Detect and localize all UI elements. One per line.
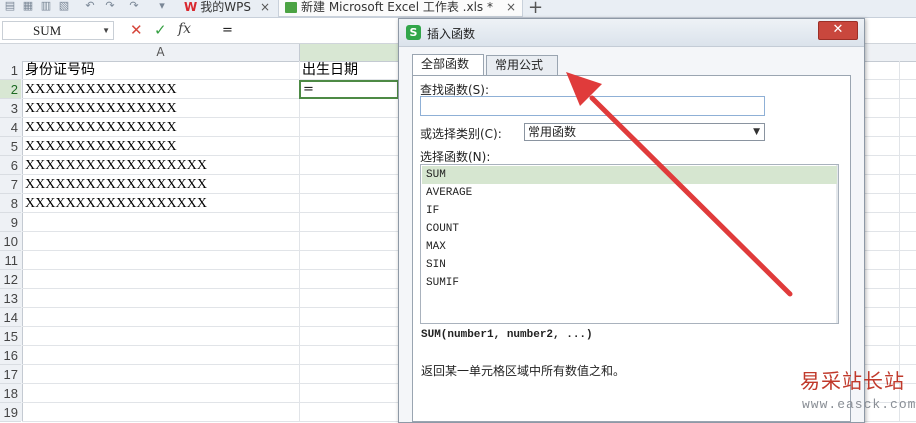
column-header-b[interactable] [300, 44, 400, 61]
row-header-2[interactable]: 2 [0, 80, 21, 99]
watermark-logo-text: 易采站长站 [800, 369, 905, 393]
category-select[interactable]: 常用函数 ▼ [524, 123, 765, 141]
name-box[interactable]: SUM ▼ [2, 21, 114, 40]
tab-workbook[interactable]: 新建 Microsoft Excel 工作表 .xls * × [278, 0, 523, 17]
search-function-input[interactable] [420, 96, 765, 116]
row-header-14[interactable]: 14 [0, 308, 21, 327]
cell-a6[interactable]: XXXXXXXXXXXXXXXXXX [25, 157, 207, 175]
function-description: 返回某一单元格区域中所有数值之和。 [421, 364, 626, 378]
function-list-item[interactable]: SUM [422, 166, 837, 184]
confirm-icon[interactable]: ✓ [154, 21, 167, 39]
tab-common-formulas[interactable]: 常用公式 [486, 55, 558, 75]
cell-a1[interactable]: 身份证号码 [25, 62, 95, 80]
cell-a3[interactable]: XXXXXXXXXXXXXXX [25, 100, 177, 118]
row-header-15[interactable]: 15 [0, 327, 21, 346]
row-header-18[interactable]: 18 [0, 384, 21, 403]
title-tab-bar: ▤ ▦ ▥ ▧ ↶ ↷ ↷ ▾ W 我的WPS × 新建 Microsoft Ex… [0, 0, 916, 18]
cell-b1[interactable]: 出生日期 [302, 62, 358, 80]
row-header-11[interactable]: 11 [0, 251, 21, 270]
row-header-10[interactable]: 10 [0, 232, 21, 251]
column-gridline [299, 61, 300, 421]
insert-function-icon[interactable]: fx [178, 21, 191, 37]
cell-a5[interactable]: XXXXXXXXXXXXXXX [25, 138, 177, 156]
redo-arrow-icon[interactable]: ↷ [128, 0, 140, 12]
save-icon[interactable]: ▤ [4, 0, 16, 12]
function-list-item[interactable]: MAX [422, 238, 837, 256]
tab-my-wps-label: 我的WPS [200, 0, 251, 14]
active-cell-b2[interactable]: = [299, 80, 399, 99]
function-list-item[interactable]: COUNT [422, 220, 837, 238]
print-icon[interactable]: ▥ [40, 0, 52, 12]
close-tab-icon[interactable]: × [260, 0, 270, 14]
print-preview-icon[interactable]: ▧ [58, 0, 70, 12]
watermark-url: www.easck.com [802, 397, 916, 412]
row-header-19[interactable]: 19 [0, 403, 21, 422]
row-header-16[interactable]: 16 [0, 346, 21, 365]
formula-input[interactable]: = [222, 23, 233, 38]
row-header-13[interactable]: 13 [0, 289, 21, 308]
name-box-value: SUM [33, 23, 62, 38]
watermark: 易采站长站 www.easck.com [800, 365, 916, 421]
function-list-item[interactable]: IF [422, 202, 837, 220]
row-header-8[interactable]: 8 [0, 194, 21, 213]
row-header-6[interactable]: 6 [0, 156, 21, 175]
function-list-item[interactable]: AVERAGE [422, 184, 837, 202]
customize-dropdown-icon[interactable]: ▾ [156, 0, 168, 12]
row-header-3[interactable]: 3 [0, 99, 21, 118]
row-header-4[interactable]: 4 [0, 118, 21, 137]
close-dialog-button[interactable]: ✕ [818, 21, 858, 40]
chevron-down-icon[interactable]: ▼ [102, 22, 110, 39]
new-tab-button[interactable]: + [528, 0, 543, 18]
spreadsheet-icon [285, 2, 297, 13]
select-function-label: 选择函数(N): [420, 150, 491, 164]
cancel-icon[interactable]: ✕ [130, 21, 143, 39]
function-list-item[interactable]: SUMIF [422, 274, 837, 292]
wps-logo-icon: W [184, 0, 198, 14]
row-header-bar: 1 2 3 4 5 6 7 8 9 10 11 12 13 14 15 16 17 18 19 [0, 61, 23, 422]
dialog-title: 插入函数 [427, 27, 476, 41]
category-select-value: 常用函数 [528, 125, 577, 139]
function-signature: SUM(number1, number2, ...) [421, 329, 593, 341]
insert-function-dialog: S 插入函数 ✕ 全部函数 常用公式 查找函数(S): 或选择类别(C): 常用… [398, 18, 865, 423]
row-header-17[interactable]: 17 [0, 365, 21, 384]
wps-spreadsheet-icon: S [406, 25, 421, 40]
undo-icon[interactable]: ↶ [84, 0, 96, 12]
function-list-item[interactable]: SIN [422, 256, 837, 274]
row-header-5[interactable]: 5 [0, 137, 21, 156]
cell-a4[interactable]: XXXXXXXXXXXXXXX [25, 119, 177, 137]
dialog-title-bar[interactable]: S 插入函数 ✕ [399, 19, 864, 47]
cell-a8[interactable]: XXXXXXXXXXXXXXXXXX [25, 195, 207, 213]
row-header-9[interactable]: 9 [0, 213, 21, 232]
row-header-1[interactable]: 1 [0, 61, 21, 80]
row-header-12[interactable]: 12 [0, 270, 21, 289]
category-label: 或选择类别(C): [420, 127, 502, 141]
close-tab-icon[interactable]: × [506, 0, 516, 14]
cell-a2[interactable]: XXXXXXXXXXXXXXX [25, 81, 177, 99]
tab-my-wps[interactable]: W 我的WPS × [178, 0, 276, 17]
tab-all-functions[interactable]: 全部函数 [412, 54, 484, 76]
column-header-a[interactable]: A [22, 44, 300, 61]
function-list[interactable]: SUM AVERAGE IF COUNT MAX SIN SUMIF [420, 164, 839, 324]
cell-a7[interactable]: XXXXXXXXXXXXXXXXXX [25, 176, 207, 194]
chevron-down-icon[interactable]: ▼ [753, 124, 760, 140]
tab-workbook-label: 新建 Microsoft Excel 工作表 .xls * [301, 0, 493, 14]
export-pdf-icon[interactable]: ▦ [22, 0, 34, 12]
redo-icon[interactable]: ↷ [104, 0, 116, 12]
row-header-7[interactable]: 7 [0, 175, 21, 194]
